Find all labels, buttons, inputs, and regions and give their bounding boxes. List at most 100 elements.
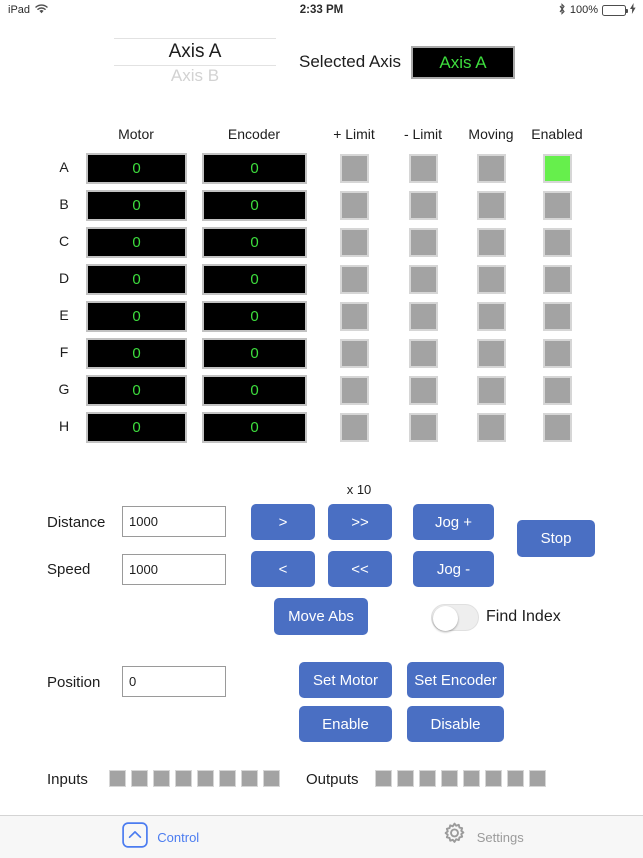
table-row: D 0 0 [0, 261, 643, 298]
column-header-plus-limit: + Limit [333, 126, 375, 142]
moving-indicator-c [477, 228, 506, 257]
table-header-row: Motor Encoder + Limit - Limit Moving Ena… [0, 126, 643, 150]
enabled-indicator-c [543, 228, 572, 257]
step-back-button[interactable]: < [251, 551, 315, 587]
toggle-knob [433, 606, 458, 631]
distance-input[interactable] [122, 506, 226, 537]
axis-status-table: Motor Encoder + Limit - Limit Moving Ena… [0, 126, 643, 446]
motor-value: 0 [132, 197, 141, 214]
row-label-c: C [58, 233, 70, 249]
position-label: Position [47, 674, 101, 691]
motor-display-c: 0 [86, 227, 187, 258]
status-bar-time: 2:33 PM [299, 4, 344, 16]
input-indicator-4 [175, 770, 192, 787]
motor-value: 0 [132, 308, 141, 325]
column-header-minus-limit: - Limit [403, 126, 443, 142]
enabled-indicator-b [543, 191, 572, 220]
moving-indicator-b [477, 191, 506, 220]
control-chevron-up-icon [122, 821, 149, 853]
disable-button[interactable]: Disable [407, 706, 504, 742]
output-indicator-2 [397, 770, 414, 787]
status-bar: iPad 2:33 PM 100% [0, 0, 643, 20]
encoder-value: 0 [250, 308, 259, 325]
enable-button[interactable]: Enable [299, 706, 392, 742]
motor-value: 0 [132, 271, 141, 288]
plus-limit-indicator-e [340, 302, 369, 331]
stop-button[interactable]: Stop [517, 520, 595, 557]
enabled-indicator-e [543, 302, 572, 331]
jog-plus-button[interactable]: Jog + [413, 504, 494, 540]
set-encoder-button[interactable]: Set Encoder [407, 662, 504, 698]
motor-display-b: 0 [86, 190, 187, 221]
table-row: H 0 0 [0, 409, 643, 446]
motor-value: 0 [132, 345, 141, 362]
plus-limit-indicator-f [340, 339, 369, 368]
set-motor-button[interactable]: Set Motor [299, 662, 392, 698]
row-label-e: E [59, 307, 69, 323]
output-indicator-6 [485, 770, 502, 787]
minus-limit-indicator-b [409, 191, 438, 220]
column-header-encoder: Encoder [227, 126, 281, 142]
input-indicator-1 [109, 770, 126, 787]
find-index-toggle[interactable] [431, 604, 479, 631]
table-row: G 0 0 [0, 372, 643, 409]
move-abs-button[interactable]: Move Abs [274, 598, 368, 635]
encoder-display-d: 0 [202, 264, 307, 295]
selected-axis-label: Selected Axis [299, 52, 402, 71]
app-root: iPad 2:33 PM 100% Axis A Axis B Selected… [0, 0, 643, 858]
minus-limit-indicator-a [409, 154, 438, 183]
motor-value: 0 [132, 160, 141, 177]
motor-display-a: 0 [86, 153, 187, 184]
motor-value: 0 [132, 234, 141, 251]
encoder-display-c: 0 [202, 227, 307, 258]
encoder-value: 0 [250, 382, 259, 399]
charging-bolt-icon [630, 3, 636, 17]
motor-value: 0 [132, 382, 141, 399]
enabled-indicator-g [543, 376, 572, 405]
column-header-enabled: Enabled [531, 126, 583, 142]
input-indicator-8 [263, 770, 280, 787]
motor-display-g: 0 [86, 375, 187, 406]
plus-limit-indicator-g [340, 376, 369, 405]
motor-display-h: 0 [86, 412, 187, 443]
inputs-indicators [109, 770, 280, 787]
battery-percent: 100% [569, 4, 598, 16]
jog-minus-button[interactable]: Jog - [413, 551, 494, 587]
tab-settings-label: Settings [476, 829, 524, 845]
moving-indicator-d [477, 265, 506, 294]
plus-limit-indicator-c [340, 228, 369, 257]
table-row: B 0 0 [0, 187, 643, 224]
minus-limit-indicator-f [409, 339, 438, 368]
speed-label: Speed [47, 561, 91, 578]
step-back-fast-button[interactable]: << [328, 551, 392, 587]
plus-limit-indicator-a [340, 154, 369, 183]
input-indicator-3 [153, 770, 170, 787]
selected-axis-value: Axis A [439, 52, 487, 72]
picker-selected-row[interactable]: Axis A [114, 39, 276, 65]
bluetooth-icon [558, 2, 566, 18]
column-header-motor: Motor [118, 126, 154, 142]
row-label-f: F [59, 344, 69, 360]
output-indicator-3 [419, 770, 436, 787]
output-indicator-8 [529, 770, 546, 787]
output-indicator-4 [441, 770, 458, 787]
minus-limit-indicator-e [409, 302, 438, 331]
speed-input[interactable] [122, 554, 226, 585]
enabled-indicator-d [543, 265, 572, 294]
tab-settings[interactable]: Settings [322, 816, 643, 858]
tab-control[interactable]: Control [0, 816, 322, 858]
position-input[interactable] [122, 666, 226, 697]
encoder-display-g: 0 [202, 375, 307, 406]
row-label-b: B [59, 196, 69, 212]
step-forward-button[interactable]: > [251, 504, 315, 540]
find-index-label: Find Index [486, 608, 561, 625]
step-forward-fast-button[interactable]: >> [328, 504, 392, 540]
axis-picker[interactable]: Axis A Axis B [114, 38, 276, 86]
input-indicator-6 [219, 770, 236, 787]
picker-next-row[interactable]: Axis B [114, 66, 276, 86]
enabled-indicator-f [543, 339, 572, 368]
moving-indicator-a [477, 154, 506, 183]
outputs-indicators [375, 770, 546, 787]
status-bar-right: 100% [558, 2, 636, 18]
output-indicator-1 [375, 770, 392, 787]
